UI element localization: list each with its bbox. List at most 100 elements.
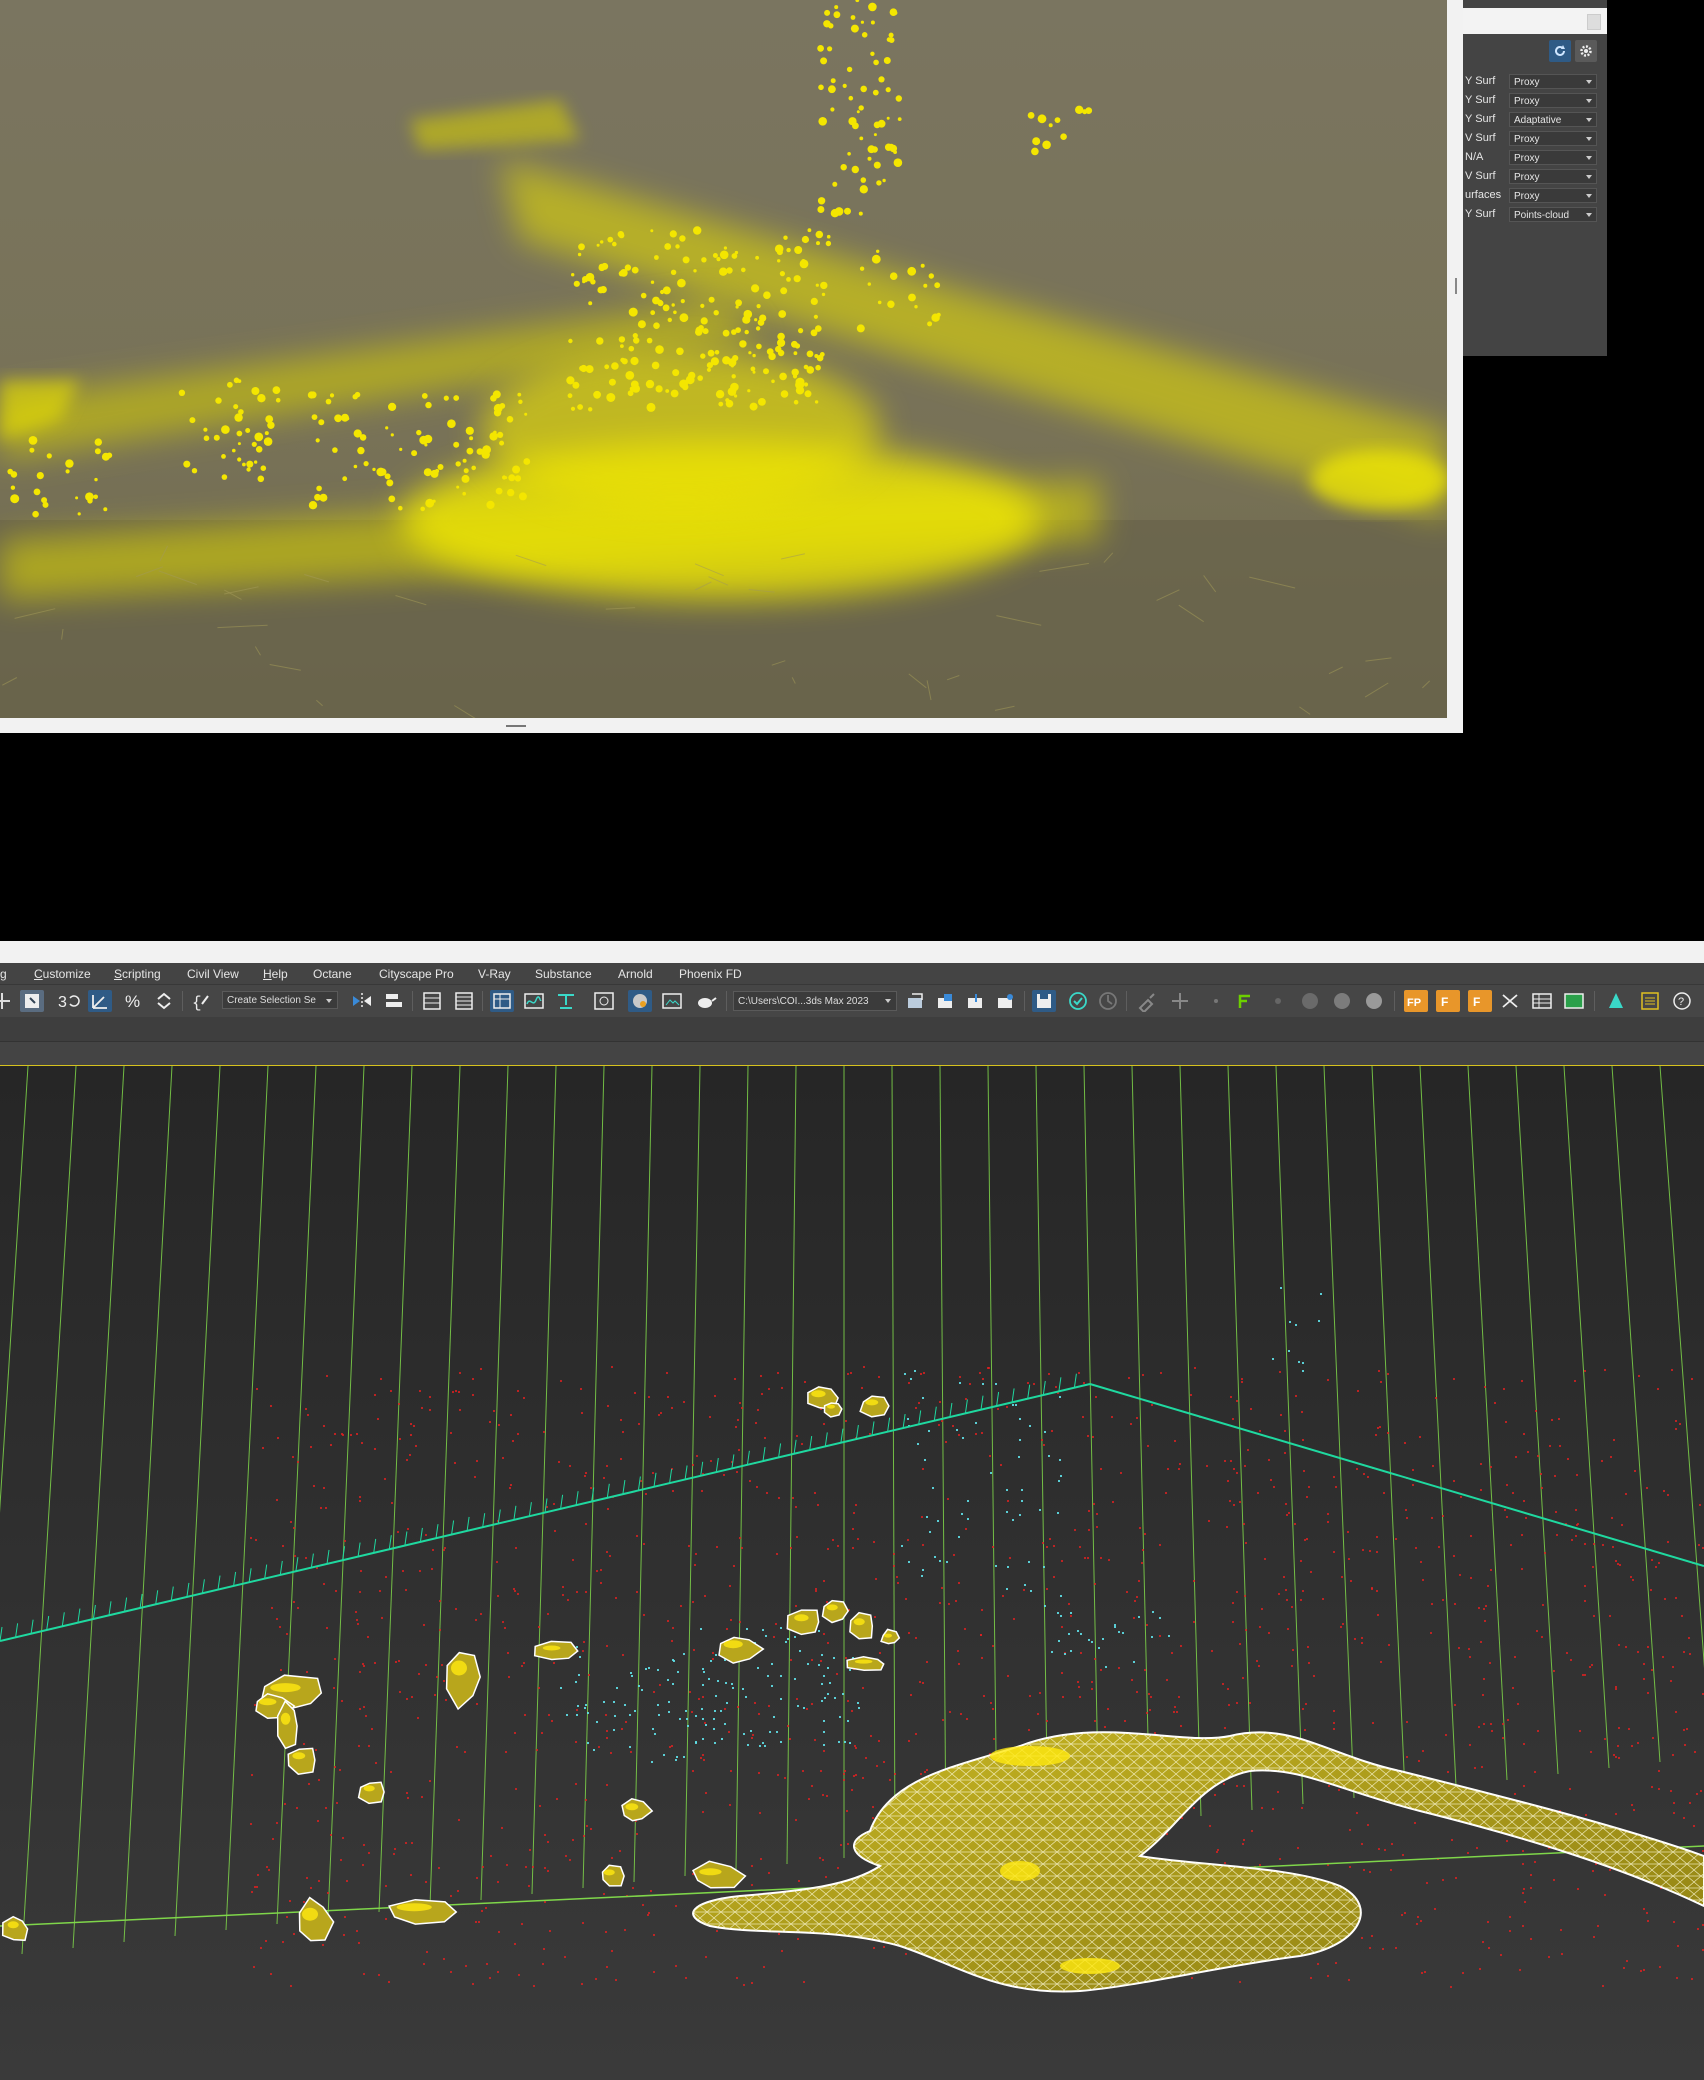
- paint-tool-icon[interactable]: [1136, 990, 1160, 1014]
- render-teapot-icon[interactable]: [694, 990, 718, 1012]
- list-icon[interactable]: [1638, 990, 1662, 1012]
- frame-buffer-icon[interactable]: [1562, 990, 1586, 1012]
- sphere-light-icon[interactable]: [1362, 990, 1386, 1012]
- red-particle: [521, 1665, 523, 1667]
- archive-project-icon[interactable]: [964, 990, 988, 1012]
- schematic-view-icon[interactable]: [592, 990, 616, 1012]
- forest-icon[interactable]: [1604, 990, 1628, 1012]
- surface-mode-dropdown[interactable]: Proxy: [1509, 188, 1597, 203]
- render-particle: [873, 133, 877, 137]
- settings-button[interactable]: [1575, 40, 1597, 62]
- percent-snap-icon[interactable]: %: [122, 990, 146, 1012]
- sphere-dark-icon[interactable]: [1298, 990, 1322, 1012]
- crosshair-icon[interactable]: [1168, 990, 1192, 1012]
- scene-explorer-icon[interactable]: [490, 990, 514, 1012]
- cyan-particle: [587, 1712, 589, 1714]
- snap-3d-icon[interactable]: 3: [56, 990, 80, 1012]
- surface-mode-dropdown[interactable]: Proxy: [1509, 150, 1597, 165]
- red-particle: [569, 1465, 571, 1467]
- mirror-icon[interactable]: [350, 990, 374, 1012]
- curve-editor-icon[interactable]: [522, 990, 546, 1012]
- surface-mode-dropdown[interactable]: Proxy: [1509, 93, 1597, 108]
- red-particle: [330, 1444, 332, 1446]
- red-particle: [778, 1933, 780, 1935]
- layer-explorer-icon[interactable]: [420, 990, 444, 1012]
- menu-item[interactable]: Substance: [535, 967, 592, 981]
- red-particle: [1637, 1651, 1639, 1653]
- render-particle: [707, 349, 715, 357]
- render-particle: [852, 122, 859, 130]
- refresh-button[interactable]: [1549, 40, 1571, 62]
- red-particle: [502, 1457, 504, 1459]
- red-particle: [402, 1570, 404, 1572]
- save-file-icon[interactable]: [1032, 990, 1056, 1012]
- set-project-icon[interactable]: [904, 990, 928, 1012]
- render-window-resize-handle[interactable]: [506, 725, 526, 727]
- render-particle: [698, 325, 704, 331]
- menu-item[interactable]: V-Ray: [478, 967, 511, 981]
- sync-icon[interactable]: [1096, 990, 1120, 1012]
- red-particle: [1617, 1745, 1619, 1747]
- red-particle: [1412, 1484, 1414, 1486]
- red-particle: [1469, 1656, 1471, 1658]
- surface-mode-dropdown[interactable]: Proxy: [1509, 169, 1597, 184]
- red-particle: [280, 1669, 282, 1671]
- mesh-highlight: [1000, 1861, 1040, 1881]
- menu-item[interactable]: Octane: [313, 967, 352, 981]
- red-particle: [1515, 1456, 1517, 1458]
- surface-mode-dropdown[interactable]: Points-cloud: [1509, 207, 1597, 222]
- red-particle: [1490, 1723, 1492, 1725]
- perspective-viewport[interactable]: [0, 1065, 1704, 2080]
- menu-item[interactable]: Arnold: [618, 967, 653, 981]
- particle-tool-icon[interactable]: [1498, 990, 1522, 1012]
- droplet-highlight: [7, 1921, 19, 1929]
- red-particle: [576, 1591, 578, 1593]
- save-to-project-icon[interactable]: [934, 990, 958, 1012]
- cyan-particle: [1295, 1324, 1297, 1326]
- spinner-snap-icon[interactable]: [152, 990, 176, 1012]
- red-particle: [1174, 1706, 1176, 1708]
- angle-snap-icon[interactable]: [88, 990, 112, 1012]
- cyan-particle: [652, 1728, 654, 1730]
- table-tool-icon[interactable]: [1530, 990, 1554, 1012]
- align-icon[interactable]: [382, 990, 406, 1012]
- menu-item[interactable]: Customize: [34, 967, 91, 981]
- liquid-sim-icon[interactable]: F: [1436, 990, 1460, 1012]
- menu-item[interactable]: g: [0, 967, 7, 981]
- edit-named-selection-icon[interactable]: {: [190, 990, 214, 1012]
- project-folder-dropdown[interactable]: C:\Users\COI...3ds Max 2023: [733, 991, 897, 1011]
- menu-item[interactable]: Civil View: [187, 967, 239, 981]
- cyan-particle: [1006, 1489, 1008, 1491]
- render-particle: [923, 283, 928, 288]
- fire-smoke-sim-icon[interactable]: FP: [1404, 990, 1428, 1012]
- render-particle: [750, 366, 756, 372]
- render-window-side-grip[interactable]: [1455, 278, 1457, 294]
- fd-source-icon[interactable]: F: [1468, 990, 1492, 1012]
- menu-item[interactable]: Help: [263, 967, 288, 981]
- menu-item[interactable]: Scripting: [114, 967, 161, 981]
- close-icon[interactable]: [1587, 14, 1601, 30]
- help-icon[interactable]: ?: [1670, 990, 1694, 1012]
- move-icon[interactable]: [0, 990, 14, 1012]
- check-icon[interactable]: [1066, 990, 1090, 1012]
- menu-item[interactable]: Phoenix FD: [679, 967, 742, 981]
- phoenix-fd-icon[interactable]: [1234, 990, 1258, 1012]
- surface-mode-dropdown[interactable]: Proxy: [1509, 131, 1597, 146]
- cyan-particle: [1288, 1350, 1290, 1352]
- toggle-ribbon-icon[interactable]: [452, 990, 476, 1012]
- render-setup-icon[interactable]: [660, 990, 684, 1012]
- menu-item[interactable]: Cityscape Pro: [379, 967, 454, 981]
- sphere-mid-icon[interactable]: [1330, 990, 1354, 1012]
- red-particle: [326, 1375, 328, 1377]
- red-particle: [959, 1376, 961, 1378]
- xref-project-icon[interactable]: [994, 990, 1018, 1012]
- surface-mode-dropdown[interactable]: Adaptative: [1509, 112, 1597, 127]
- material-editor-icon[interactable]: [628, 990, 652, 1012]
- red-particle: [262, 1447, 264, 1449]
- dope-sheet-icon[interactable]: [554, 990, 578, 1012]
- render-particle: [928, 273, 934, 279]
- render-particle: [430, 469, 439, 478]
- select-object-icon[interactable]: [20, 990, 44, 1012]
- surface-mode-dropdown[interactable]: Proxy: [1509, 74, 1597, 89]
- selection-set-dropdown[interactable]: Create Selection Se: [222, 991, 338, 1009]
